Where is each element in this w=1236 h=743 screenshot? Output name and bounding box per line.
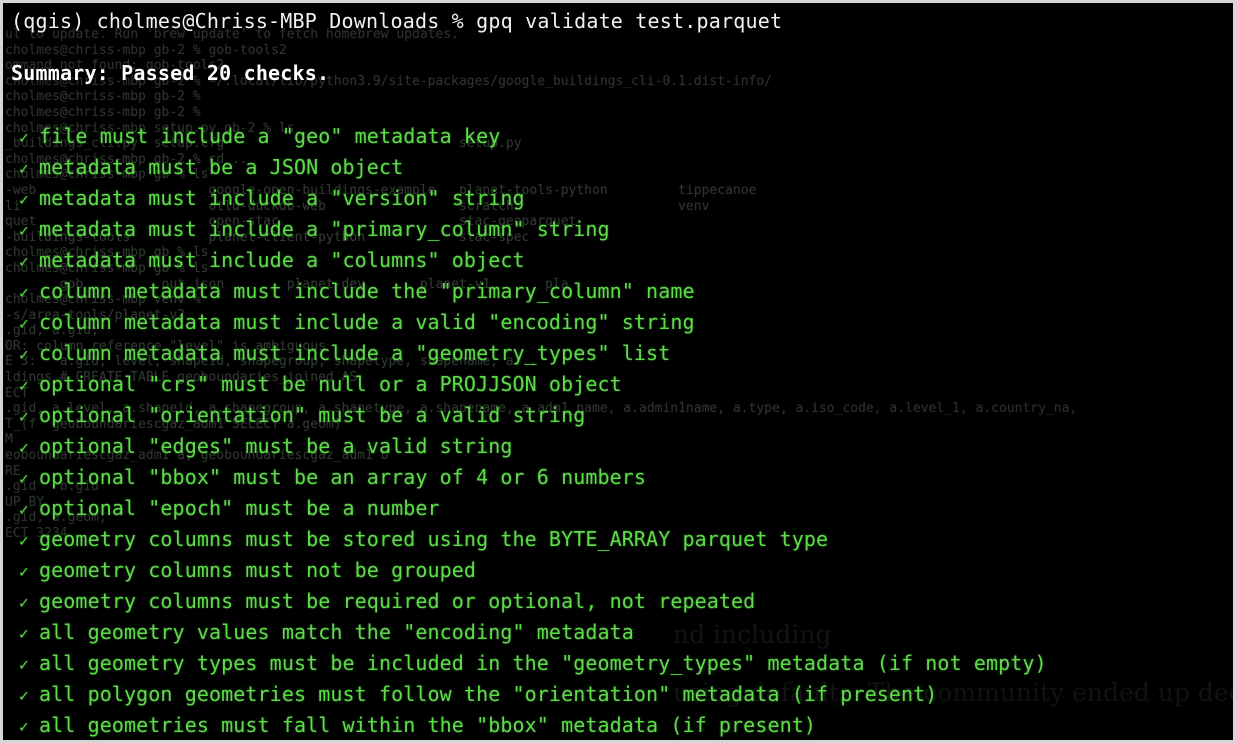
check-row: ✓optional "orientation" must be a valid …	[19, 400, 1229, 431]
check-row: ✓metadata must include a "columns" objec…	[19, 245, 1229, 276]
checkmark-icon: ✓	[19, 556, 39, 587]
checkmark-icon: ✓	[19, 370, 39, 401]
checkmark-icon: ✓	[19, 587, 39, 618]
check-row: ✓all geometries must fall within the "bb…	[19, 710, 1229, 740]
check-row: ✓metadata must be a JSON object	[19, 152, 1229, 183]
check-row: ✓column metadata must include a valid "e…	[19, 307, 1229, 338]
checkmark-icon: ✓	[19, 711, 39, 740]
summary-line: Summary: Passed 20 checks.	[11, 61, 329, 85]
checkmark-icon: ✓	[19, 184, 39, 215]
check-label: optional "bbox" must be an array of 4 or…	[39, 462, 646, 493]
terminal-window[interactable]: ul to update. Run 'brew update' to fetch…	[0, 0, 1236, 743]
check-row: ✓geometry columns must be stored using t…	[19, 524, 1229, 555]
check-row: ✓geometry columns must not be grouped	[19, 555, 1229, 586]
checkmark-icon: ✓	[19, 339, 39, 370]
check-label: optional "epoch" must be a number	[39, 493, 440, 524]
check-row: ✓all polygon geometries must follow the …	[19, 679, 1229, 710]
checkmark-icon: ✓	[19, 494, 39, 525]
check-row: ✓column metadata must include a "geometr…	[19, 338, 1229, 369]
checkmark-icon: ✓	[19, 308, 39, 339]
check-row: ✓metadata must include a "primary_column…	[19, 214, 1229, 245]
check-label: all geometries must fall within the "bbo…	[39, 710, 816, 740]
checkmark-icon: ✓	[19, 401, 39, 432]
check-label: metadata must include a "version" string	[39, 183, 525, 214]
checkmark-icon: ✓	[19, 122, 39, 153]
check-label: file must include a "geo" metadata key	[39, 121, 500, 152]
check-label: geometry columns must be required or opt…	[39, 586, 755, 617]
check-label: optional "orientation" must be a valid s…	[39, 400, 585, 431]
check-row: ✓metadata must include a "version" strin…	[19, 183, 1229, 214]
check-label: geometry columns must not be grouped	[39, 555, 476, 586]
check-row: ✓optional "epoch" must be a number	[19, 493, 1229, 524]
check-label: all geometry types must be included in t…	[39, 648, 1047, 679]
check-label: column metadata must include a valid "en…	[39, 307, 695, 338]
check-row: ✓optional "edges" must be a valid string	[19, 431, 1229, 462]
checkmark-icon: ✓	[19, 153, 39, 184]
check-row: ✓geometry columns must be required or op…	[19, 586, 1229, 617]
terminal-output: (qgis) cholmes@Chriss-MBP Downloads % gp…	[3, 3, 1233, 740]
check-label: optional "edges" must be a valid string	[39, 431, 513, 462]
check-row: ✓all geometry values match the "encoding…	[19, 617, 1229, 648]
check-row: ✓file must include a "geo" metadata key	[19, 121, 1229, 152]
check-row: ✓optional "crs" must be null or a PROJJS…	[19, 369, 1229, 400]
check-label: metadata must be a JSON object	[39, 152, 403, 183]
check-list: ✓file must include a "geo" metadata key✓…	[19, 121, 1229, 740]
check-label: metadata must include a "primary_column"…	[39, 214, 610, 245]
checkmark-icon: ✓	[19, 215, 39, 246]
check-row: ✓column metadata must include the "prima…	[19, 276, 1229, 307]
checkmark-icon: ✓	[19, 246, 39, 277]
check-label: column metadata must include the "primar…	[39, 276, 695, 307]
checkmark-icon: ✓	[19, 649, 39, 680]
check-label: metadata must include a "columns" object	[39, 245, 525, 276]
check-label: column metadata must include a "geometry…	[39, 338, 670, 369]
check-label: geometry columns must be stored using th…	[39, 524, 828, 555]
checkmark-icon: ✓	[19, 432, 39, 463]
checkmark-icon: ✓	[19, 463, 39, 494]
check-label: all geometry values match the "encoding"…	[39, 617, 634, 648]
command-prompt-line: (qgis) cholmes@Chriss-MBP Downloads % gp…	[11, 9, 782, 33]
check-label: optional "crs" must be null or a PROJJSO…	[39, 369, 622, 400]
check-label: all polygon geometries must follow the "…	[39, 679, 937, 710]
checkmark-icon: ✓	[19, 525, 39, 556]
check-row: ✓optional "bbox" must be an array of 4 o…	[19, 462, 1229, 493]
checkmark-icon: ✓	[19, 277, 39, 308]
checkmark-icon: ✓	[19, 680, 39, 711]
checkmark-icon: ✓	[19, 618, 39, 649]
check-row: ✓all geometry types must be included in …	[19, 648, 1229, 679]
